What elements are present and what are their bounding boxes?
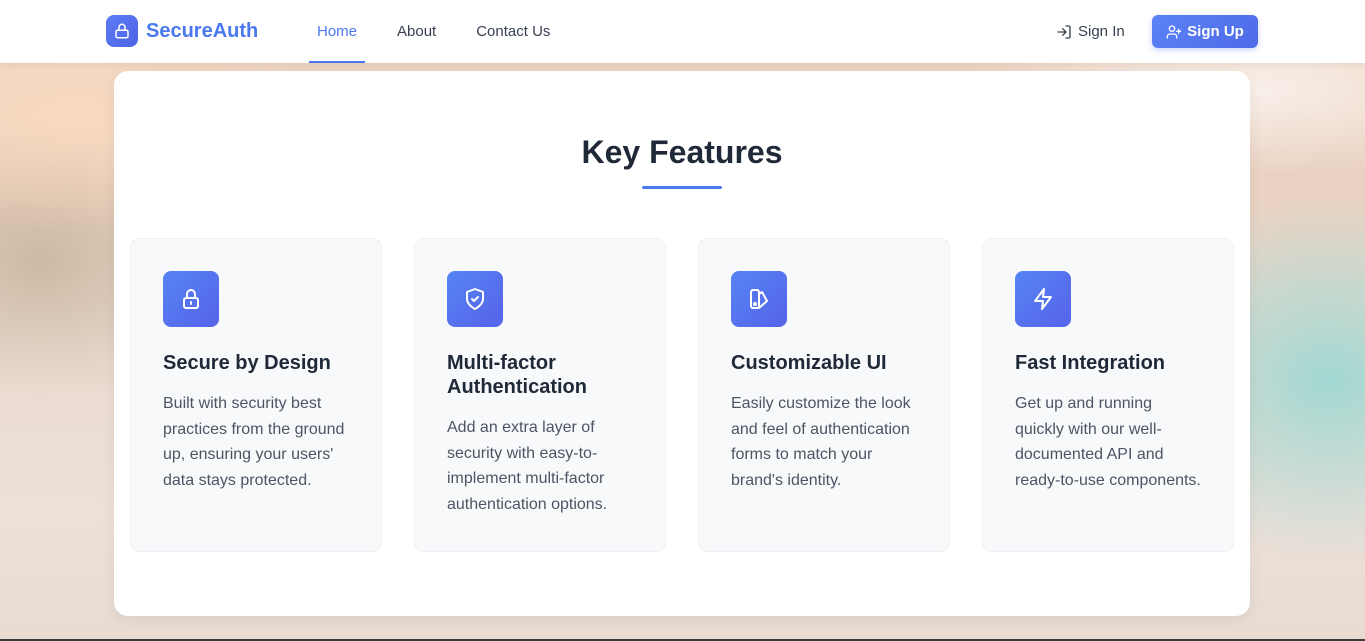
shield-check-icon bbox=[447, 271, 503, 327]
top-navbar: SecureAuth Home About Contact Us Sign In… bbox=[0, 0, 1365, 63]
feature-card-fast-integration: Fast Integration Get up and running quic… bbox=[982, 238, 1234, 552]
feature-description: Get up and running quickly with our well… bbox=[1015, 395, 1201, 489]
feature-title: Customizable UI bbox=[731, 352, 887, 374]
nav-contact-us[interactable]: Contact Us bbox=[468, 0, 558, 63]
feature-description: Add an extra layer of security with easy… bbox=[447, 419, 608, 513]
nav-home[interactable]: Home bbox=[309, 0, 366, 63]
feature-description: Easily customize the look and feel of au… bbox=[731, 395, 911, 489]
sign-in-icon bbox=[1057, 24, 1071, 39]
lock-icon bbox=[106, 15, 138, 47]
lock-icon bbox=[163, 271, 219, 327]
nav-about[interactable]: About bbox=[389, 0, 444, 63]
feature-title: Multi-factor Authentication bbox=[447, 352, 587, 398]
main-nav: Home About Contact Us bbox=[309, 0, 582, 63]
feature-card-multi-factor: Multi-factor Authentication Add an extra… bbox=[414, 238, 666, 552]
feature-card-secure-by-design: Secure by Design Built with security bes… bbox=[130, 238, 382, 552]
brand-name: SecureAuth bbox=[146, 19, 259, 42]
brand-logo-link[interactable]: SecureAuth bbox=[106, 15, 258, 47]
lightning-icon bbox=[1015, 271, 1071, 327]
sign-up-button[interactable]: Sign Up bbox=[1152, 15, 1258, 48]
section-title: Key Features bbox=[581, 134, 783, 170]
palette-icon bbox=[731, 271, 787, 327]
sign-in-label: Sign In bbox=[1078, 23, 1125, 40]
feature-card-customizable-ui: Customizable UI Easily customize the loo… bbox=[698, 238, 950, 552]
feature-title: Secure by Design bbox=[163, 352, 331, 374]
sign-up-label: Sign Up bbox=[1187, 23, 1244, 40]
title-underline bbox=[642, 186, 722, 189]
feature-title: Fast Integration bbox=[1015, 352, 1166, 374]
feature-description: Built with security best practices from … bbox=[163, 395, 345, 489]
user-plus-icon bbox=[1166, 24, 1182, 39]
sign-in-button[interactable]: Sign In bbox=[1056, 15, 1125, 48]
